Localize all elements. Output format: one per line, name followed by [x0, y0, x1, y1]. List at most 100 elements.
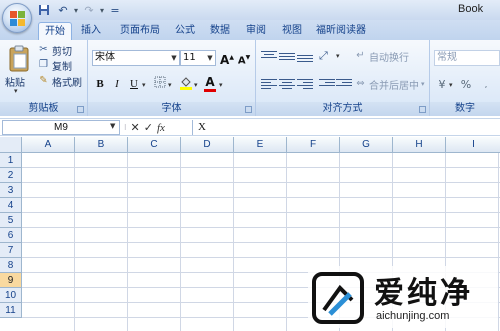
redo-icon[interactable]: ↷: [81, 3, 97, 18]
title-bar: ↶ ▾ ↷ ▾ = Book: [0, 0, 500, 20]
chevron-down-icon: ▼: [207, 54, 213, 62]
formula-input[interactable]: X: [192, 120, 498, 135]
fill-color-dropdown-icon[interactable]: ▾: [194, 81, 198, 89]
clipboard-launcher-icon[interactable]: [77, 106, 84, 113]
column-header[interactable]: C: [128, 137, 181, 153]
font-color-swatch: [204, 89, 216, 92]
clipboard-group: 粘贴 ▾ ✂ 剪切 ❐ 复制 ✎ 格式刷 剪贴板: [0, 40, 88, 116]
number-group-label: 数字: [430, 102, 500, 116]
scissors-icon: ✂: [39, 44, 48, 55]
column-header[interactable]: H: [393, 137, 446, 153]
watermark-logo-icon: [312, 272, 364, 324]
grow-font-label: A: [220, 53, 230, 67]
borders-button[interactable]: [152, 76, 168, 92]
number-format-value: 常规: [437, 52, 457, 63]
column-header[interactable]: D: [181, 137, 234, 153]
row-header[interactable]: 2: [0, 168, 22, 183]
align-left-icon[interactable]: [261, 77, 277, 91]
tab-formulas[interactable]: 公式: [170, 22, 200, 40]
format-painter-button[interactable]: ✎ 格式刷: [37, 74, 82, 89]
row-header[interactable]: 9: [0, 273, 22, 288]
font-name-value: 宋体: [95, 52, 115, 63]
font-name-select[interactable]: 宋体 ▼: [92, 50, 180, 66]
font-size-select[interactable]: 11 ▼: [180, 50, 216, 66]
ribbon: 粘贴 ▾ ✂ 剪切 ❐ 复制 ✎ 格式刷 剪贴板 宋体 ▼ 11 ▼ A▲ A▼…: [0, 40, 500, 116]
number-format-select[interactable]: 常规: [434, 50, 500, 66]
align-center-icon[interactable]: [279, 77, 295, 91]
tab-data[interactable]: 数据: [204, 22, 236, 40]
shrink-font-button[interactable]: A▼: [236, 50, 252, 66]
orientation-icon[interactable]: ⤢: [319, 49, 335, 63]
column-header[interactable]: F: [287, 137, 340, 153]
borders-dropdown-icon[interactable]: ▾: [168, 81, 172, 89]
row-header[interactable]: 7: [0, 243, 22, 258]
enter-icon[interactable]: ✓: [144, 121, 153, 134]
tab-home[interactable]: 开始: [38, 22, 72, 40]
bold-button[interactable]: B: [92, 76, 108, 92]
row-header[interactable]: 5: [0, 213, 22, 228]
formula-bar-grip-icon: ⁝: [124, 123, 127, 132]
currency-icon[interactable]: ¥: [434, 77, 450, 93]
font-color-button[interactable]: A: [202, 74, 218, 92]
tab-insert[interactable]: 插入: [74, 22, 108, 40]
redo-dropdown-icon[interactable]: ▾: [100, 6, 104, 15]
tab-foxit-reader[interactable]: 福昕阅读器: [312, 22, 370, 40]
column-header[interactable]: A: [22, 137, 75, 153]
column-header[interactable]: I: [446, 137, 500, 153]
paste-icon: [9, 45, 29, 72]
undo-icon[interactable]: ↶: [55, 3, 71, 18]
row-header[interactable]: 4: [0, 198, 22, 213]
row-header[interactable]: 6: [0, 228, 22, 243]
cut-button[interactable]: ✂ 剪切: [37, 43, 72, 58]
merge-center-label: 合并后居中: [369, 80, 419, 92]
tab-review[interactable]: 审阅: [240, 22, 272, 40]
alignment-launcher-icon[interactable]: [419, 106, 426, 113]
watermark: 爱纯净 aichunjing.com: [308, 266, 498, 328]
row-header[interactable]: 8: [0, 258, 22, 273]
grow-font-button[interactable]: A▲: [219, 50, 235, 67]
select-all-corner[interactable]: [0, 137, 22, 153]
row-header[interactable]: 3: [0, 183, 22, 198]
increase-indent-icon[interactable]: [336, 77, 352, 91]
column-header[interactable]: E: [234, 137, 287, 153]
wrap-text-button[interactable]: ↵ 自动换行: [354, 49, 409, 64]
copy-button[interactable]: ❐ 复制: [37, 58, 72, 73]
align-top-icon[interactable]: [261, 49, 277, 63]
tab-page-layout[interactable]: 页面布局: [112, 22, 168, 40]
name-box-dropdown-icon[interactable]: ▼: [110, 122, 115, 130]
merge-cells-icon: ⇔: [356, 78, 365, 89]
wrap-text-label: 自动换行: [369, 52, 409, 64]
align-bottom-icon[interactable]: [297, 49, 313, 63]
customize-qat-button[interactable]: =: [107, 3, 123, 18]
watermark-url: aichunjing.com: [376, 310, 450, 322]
name-box[interactable]: M9: [2, 120, 120, 135]
undo-dropdown-icon[interactable]: ▾: [74, 6, 78, 15]
fill-color-button[interactable]: [178, 76, 194, 92]
cancel-icon[interactable]: ✕: [131, 121, 140, 134]
paste-button[interactable]: 粘贴 ▾: [2, 42, 34, 98]
shrink-font-label: A: [237, 55, 246, 67]
currency-dropdown-icon[interactable]: ▾: [449, 81, 453, 89]
align-middle-icon[interactable]: [279, 49, 295, 63]
underline-dropdown-icon[interactable]: ▾: [142, 81, 146, 89]
row-header[interactable]: 10: [0, 288, 22, 303]
underline-button[interactable]: U: [126, 76, 142, 92]
align-right-icon[interactable]: [297, 77, 313, 91]
font-launcher-icon[interactable]: [245, 106, 252, 113]
decrease-indent-icon[interactable]: [319, 77, 335, 91]
row-header[interactable]: 1: [0, 153, 22, 168]
insert-function-icon[interactable]: fx: [157, 122, 165, 134]
orientation-dropdown-icon[interactable]: ▾: [336, 52, 340, 60]
font-size-value: 11: [183, 52, 196, 63]
font-color-dropdown-icon[interactable]: ▾: [219, 81, 223, 89]
office-button[interactable]: [2, 3, 32, 33]
column-header[interactable]: B: [75, 137, 128, 153]
merge-center-button[interactable]: ⇔ 合并后居中 ▾: [354, 77, 424, 92]
comma-style-icon[interactable]: ,: [478, 77, 494, 93]
italic-button[interactable]: I: [109, 76, 125, 92]
save-icon[interactable]: [36, 3, 52, 18]
row-header[interactable]: 11: [0, 303, 22, 318]
percent-button[interactable]: %: [458, 77, 474, 93]
tab-view[interactable]: 视图: [276, 22, 308, 40]
column-header[interactable]: G: [340, 137, 393, 153]
